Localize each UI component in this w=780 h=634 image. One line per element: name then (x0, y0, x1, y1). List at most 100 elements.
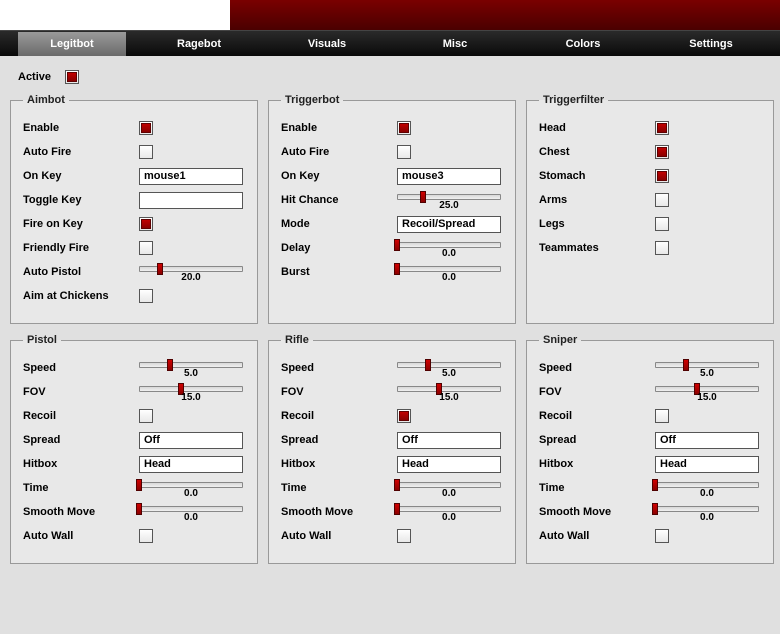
tf-head-checkbox[interactable] (655, 121, 669, 135)
pistol-fov-slider[interactable]: 15.0 (139, 382, 243, 402)
aimbot-fireonkey-checkbox[interactable] (139, 217, 153, 231)
triggerbot-autofire-checkbox[interactable] (397, 145, 411, 159)
pistol-autowall-label: Auto Wall (23, 530, 133, 542)
tf-legs-label: Legs (539, 218, 649, 230)
panel-title: Triggerbot (281, 94, 343, 106)
rifle-fov-label: FOV (281, 386, 391, 398)
rifle-recoil-checkbox[interactable] (397, 409, 411, 423)
rifle-time-label: Time (281, 482, 391, 494)
aimbot-aimchickens-label: Aim at Chickens (23, 290, 133, 302)
active-checkbox[interactable] (65, 70, 79, 84)
sniper-autowall-label: Auto Wall (539, 530, 649, 542)
panel-title: Sniper (539, 334, 581, 346)
aimbot-togglekey-input[interactable] (139, 192, 243, 209)
tf-chest-checkbox[interactable] (655, 145, 669, 159)
rifle-recoil-label: Recoil (281, 410, 391, 422)
tab-colors[interactable]: Colors (528, 32, 638, 56)
aimbot-friendlyfire-checkbox[interactable] (139, 241, 153, 255)
panel-title: Pistol (23, 334, 61, 346)
aimbot-enable-checkbox[interactable] (139, 121, 153, 135)
sniper-spread-dropdown[interactable]: Off (655, 432, 759, 449)
tab-legitbot[interactable]: Legitbot (18, 32, 126, 56)
tab-visuals[interactable]: Visuals (272, 32, 382, 56)
tab-settings[interactable]: Settings (656, 32, 766, 56)
aimbot-autopistol-label: Auto Pistol (23, 266, 133, 278)
rifle-autowall-checkbox[interactable] (397, 529, 411, 543)
triggerbot-onkey-input[interactable]: mouse3 (397, 168, 501, 185)
rifle-smooth-slider[interactable]: 0.0 (397, 502, 501, 522)
pistol-spread-label: Spread (23, 434, 133, 446)
aimbot-fireonkey-label: Fire on Key (23, 218, 133, 230)
pistol-smooth-slider[interactable]: 0.0 (139, 502, 243, 522)
rifle-hitbox-dropdown[interactable]: Head (397, 456, 501, 473)
aimbot-togglekey-label: Toggle Key (23, 194, 133, 206)
panel-sniper: Sniper Speed 5.0 FOV 15.0 Recoil Spread Off… (526, 334, 774, 564)
logo-area (0, 0, 230, 30)
pistol-smooth-label: Smooth Move (23, 506, 133, 518)
tf-legs-checkbox[interactable] (655, 217, 669, 231)
aimbot-autopistol-slider[interactable]: 20.0 (139, 262, 243, 282)
tf-teammates-label: Teammates (539, 242, 649, 254)
tf-stomach-label: Stomach (539, 170, 649, 182)
triggerbot-onkey-label: On Key (281, 170, 391, 182)
triggerbot-delay-slider[interactable]: 0.0 (397, 238, 501, 258)
pistol-hitbox-dropdown[interactable]: Head (139, 456, 243, 473)
sniper-smooth-slider[interactable]: 0.0 (655, 502, 759, 522)
sniper-fov-label: FOV (539, 386, 649, 398)
rifle-spread-dropdown[interactable]: Off (397, 432, 501, 449)
triggerbot-autofire-label: Auto Fire (281, 146, 391, 158)
triggerbot-enable-label: Enable (281, 122, 391, 134)
rifle-hitbox-label: Hitbox (281, 458, 391, 470)
pistol-fov-label: FOV (23, 386, 133, 398)
tf-arms-label: Arms (539, 194, 649, 206)
pistol-time-slider[interactable]: 0.0 (139, 478, 243, 498)
triggerbot-delay-label: Delay (281, 242, 391, 254)
tf-head-label: Head (539, 122, 649, 134)
panel-pistol: Pistol Speed5.0 FOV15.0 Recoil SpreadOff… (10, 334, 258, 564)
aimbot-autofire-checkbox[interactable] (139, 145, 153, 159)
sniper-recoil-label: Recoil (539, 410, 649, 422)
main-area: Active Aimbot Enable Auto Fire On Key mou… (0, 56, 780, 576)
triggerbot-enable-checkbox[interactable] (397, 121, 411, 135)
pistol-speed-slider[interactable]: 5.0 (139, 358, 243, 378)
active-label: Active (18, 71, 51, 83)
tab-ragebot[interactable]: Ragebot (144, 32, 254, 56)
triggerbot-mode-label: Mode (281, 218, 391, 230)
aimbot-onkey-input[interactable]: mouse1 (139, 168, 243, 185)
rifle-speed-slider[interactable]: 5.0 (397, 358, 501, 378)
pistol-time-label: Time (23, 482, 133, 494)
aimbot-autofire-label: Auto Fire (23, 146, 133, 158)
rifle-spread-label: Spread (281, 434, 391, 446)
triggerbot-mode-dropdown[interactable]: Recoil/Spread (397, 216, 501, 233)
tf-teammates-checkbox[interactable] (655, 241, 669, 255)
sniper-speed-slider[interactable]: 5.0 (655, 358, 759, 378)
sniper-time-slider[interactable]: 0.0 (655, 478, 759, 498)
tf-stomach-checkbox[interactable] (655, 169, 669, 183)
sniper-hitbox-dropdown[interactable]: Head (655, 456, 759, 473)
pistol-recoil-checkbox[interactable] (139, 409, 153, 423)
pistol-spread-dropdown[interactable]: Off (139, 432, 243, 449)
panel-title: Aimbot (23, 94, 69, 106)
panel-title: Rifle (281, 334, 313, 346)
aimbot-onkey-label: On Key (23, 170, 133, 182)
sniper-spread-label: Spread (539, 434, 649, 446)
rifle-time-slider[interactable]: 0.0 (397, 478, 501, 498)
aimbot-enable-label: Enable (23, 122, 133, 134)
triggerbot-burst-slider[interactable]: 0.0 (397, 262, 501, 282)
tf-arms-checkbox[interactable] (655, 193, 669, 207)
panel-grid: Aimbot Enable Auto Fire On Key mouse1 Tog… (10, 94, 770, 564)
sniper-fov-slider[interactable]: 15.0 (655, 382, 759, 402)
triggerbot-hitchance-slider[interactable]: 25.0 (397, 190, 501, 210)
triggerbot-hitchance-label: Hit Chance (281, 194, 391, 206)
rifle-fov-slider[interactable]: 15.0 (397, 382, 501, 402)
sniper-smooth-label: Smooth Move (539, 506, 649, 518)
pistol-hitbox-label: Hitbox (23, 458, 133, 470)
aimbot-aimchickens-checkbox[interactable] (139, 289, 153, 303)
panel-triggerfilter: Triggerfilter Head Chest Stomach Arms Le… (526, 94, 774, 324)
sniper-recoil-checkbox[interactable] (655, 409, 669, 423)
pistol-autowall-checkbox[interactable] (139, 529, 153, 543)
sniper-speed-label: Speed (539, 362, 649, 374)
sniper-autowall-checkbox[interactable] (655, 529, 669, 543)
tab-misc[interactable]: Misc (400, 32, 510, 56)
triggerbot-burst-label: Burst (281, 266, 391, 278)
